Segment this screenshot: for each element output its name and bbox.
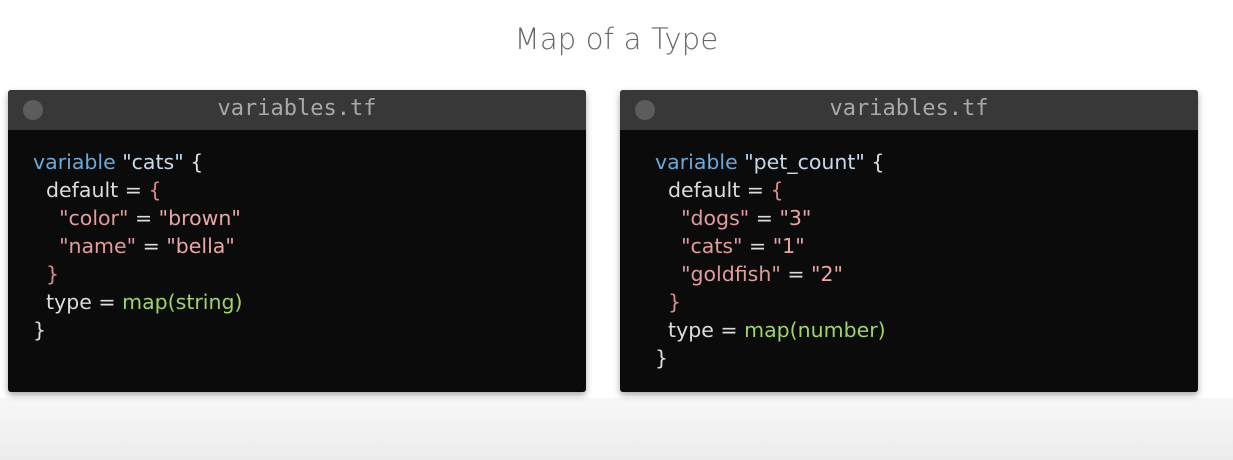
- variable-keyword: variable: [655, 150, 738, 174]
- type-keyword: type: [668, 318, 714, 342]
- code-block: variable "pet_count" { default = { "dogs…: [655, 148, 886, 372]
- map-key: "name": [59, 234, 137, 258]
- map-key: "color": [59, 206, 129, 230]
- bottom-band: [0, 398, 1233, 460]
- map-entry: "name" = "bella": [59, 234, 235, 258]
- default-keyword: default: [668, 178, 741, 202]
- code-line: type = map(string): [46, 290, 243, 314]
- code-line: }: [668, 290, 682, 314]
- map-value: "brown": [158, 206, 241, 230]
- code-line: default = {: [668, 178, 784, 202]
- code-window-cats: variables.tf variable "cats" { default =…: [8, 90, 586, 392]
- code-line: }: [46, 262, 60, 286]
- type-keyword: type: [46, 290, 92, 314]
- type-function: map(number): [744, 318, 886, 342]
- code-block: variable "cats" { default = { "color" = …: [33, 148, 242, 344]
- window-filename: variables.tf: [829, 96, 989, 121]
- variable-name: "pet_count": [744, 150, 865, 174]
- map-value: "2": [811, 262, 843, 286]
- window-titlebar: variables.tf: [620, 90, 1198, 130]
- window-titlebar: variables.tf: [8, 90, 586, 130]
- type-function: map(string): [122, 290, 243, 314]
- map-value: "1": [772, 234, 805, 258]
- window-filename: variables.tf: [217, 96, 377, 121]
- map-value: "3": [779, 206, 812, 230]
- variable-keyword: variable: [33, 150, 116, 174]
- slide-title: Map of a Type: [514, 22, 719, 56]
- code-line: }: [655, 346, 669, 370]
- code-line: variable "pet_count" {: [655, 150, 885, 174]
- map-key: "goldfish": [681, 262, 781, 286]
- map-key: "cats": [681, 234, 743, 258]
- code-line: default = {: [46, 178, 162, 202]
- map-entry: "dogs" = "3": [681, 206, 812, 230]
- map-key: "dogs": [681, 206, 750, 230]
- map-entry: "goldfish" = "2": [681, 262, 843, 286]
- code-line: }: [33, 318, 47, 342]
- code-window-pet-count: variables.tf variable "pet_count" { defa…: [620, 90, 1198, 392]
- map-value: "bella": [166, 234, 235, 258]
- map-entry: "cats" = "1": [681, 234, 805, 258]
- code-line: type = map(number): [668, 318, 886, 342]
- variable-name: "cats": [122, 150, 184, 174]
- map-entry: "color" = "brown": [59, 206, 241, 230]
- default-keyword: default: [46, 178, 119, 202]
- code-line: variable "cats" {: [33, 150, 204, 174]
